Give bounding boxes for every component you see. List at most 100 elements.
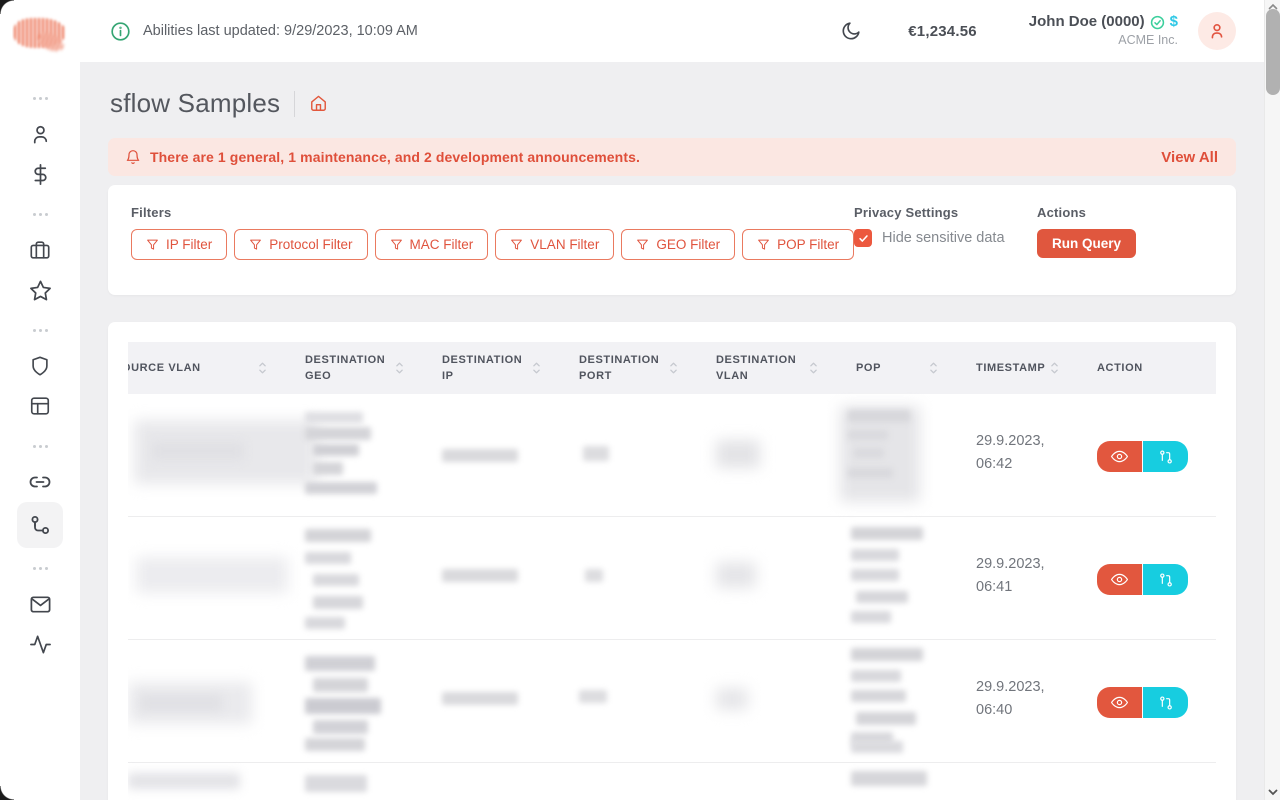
view-all-link[interactable]: View All — [1161, 149, 1218, 166]
activity-icon — [29, 633, 52, 656]
app-logo[interactable] — [12, 8, 74, 56]
sort-icon[interactable] — [532, 361, 541, 375]
column-timestamp[interactable]: TIMESTAMP — [976, 360, 1097, 377]
redacted-cell-destination-geo — [305, 640, 442, 762]
column-destination-ip[interactable]: DESTINATION IP — [442, 352, 579, 385]
actions-label: Actions — [1037, 205, 1136, 220]
vertical-scrollbar[interactable] — [1264, 0, 1280, 800]
avatar[interactable] — [1198, 12, 1236, 50]
company-name: ACME Inc. — [1029, 33, 1178, 49]
sidebar-item-dashboard[interactable] — [17, 386, 63, 426]
announcement-banner: There are 1 general, 1 maintenance, and … — [108, 138, 1236, 176]
sidebar-item-favorites[interactable] — [17, 270, 63, 310]
sort-icon[interactable] — [1050, 361, 1059, 375]
column-destination-port[interactable]: DESTINATION PORT — [579, 352, 716, 385]
user-info[interactable]: John Doe (0000) $ ACME Inc. — [1029, 13, 1178, 48]
redacted-cell-pop — [856, 394, 976, 516]
dollar-badge-icon: $ — [1170, 13, 1178, 32]
ellipsis-separator-icon — [33, 432, 48, 460]
user-name: John Doe (0000) — [1029, 13, 1145, 32]
pop-filter-button[interactable]: POP Filter — [742, 229, 854, 260]
redacted-cell-source-vlan — [128, 517, 305, 639]
action-cell — [1097, 517, 1216, 639]
mail-icon — [29, 593, 52, 616]
announcement-text: There are 1 general, 1 maintenance, and … — [150, 149, 640, 165]
timestamp-cell: 29.9.2023,06:41 — [976, 517, 1097, 639]
check-icon — [858, 233, 869, 244]
action-cell — [1097, 763, 1216, 800]
route-icon — [28, 513, 52, 537]
redacted-cell-destination-geo — [305, 517, 442, 639]
eye-icon — [1110, 570, 1129, 589]
table-row: 29.9.2023,06:41 — [128, 517, 1216, 640]
ip-filter-button[interactable]: IP Filter — [131, 229, 227, 260]
redacted-cell-destination-vlan — [716, 394, 856, 516]
redacted-cell-destination-port — [579, 763, 716, 800]
avatar-user-icon — [1207, 21, 1227, 41]
briefcase-icon — [29, 239, 51, 261]
redacted-cell-destination-vlan — [716, 640, 856, 762]
funnel-icon — [249, 238, 262, 251]
link-icon — [28, 470, 52, 494]
scrollbar-thumb[interactable] — [1266, 9, 1280, 95]
vlan-filter-button[interactable]: VLAN Filter — [495, 229, 614, 260]
sidebar-item-services[interactable] — [17, 230, 63, 270]
account-balance[interactable]: €1,234.56 — [908, 23, 977, 40]
table-row — [128, 763, 1216, 800]
run-query-button[interactable]: Run Query — [1037, 229, 1136, 258]
scroll-down-icon[interactable] — [1265, 786, 1280, 798]
redacted-cell-source-vlan — [128, 394, 305, 516]
funnel-icon — [757, 238, 770, 251]
moon-icon — [840, 20, 862, 42]
trace-button[interactable] — [1143, 687, 1188, 718]
view-button[interactable] — [1097, 687, 1142, 718]
home-button[interactable] — [309, 94, 328, 113]
timestamp-cell: 29.9.2023,06:42 — [976, 394, 1097, 516]
sort-icon[interactable] — [258, 361, 267, 375]
sidebar — [0, 0, 80, 800]
mac-filter-button[interactable]: MAC Filter — [375, 229, 489, 260]
sidebar-item-links[interactable] — [17, 462, 63, 502]
redacted-cell-destination-geo — [305, 394, 442, 516]
funnel-icon — [510, 238, 523, 251]
title-divider — [294, 91, 295, 117]
hide-sensitive-checkbox[interactable] — [854, 229, 872, 247]
timestamp-cell — [976, 763, 1097, 800]
column-destination-geo[interactable]: DESTINATION GEO — [305, 352, 442, 385]
samples-table-card: SOURCE VLAN DESTINATION GEO DESTINATION … — [108, 322, 1236, 800]
protocol-filter-button[interactable]: Protocol Filter — [234, 229, 367, 260]
view-button[interactable] — [1097, 441, 1142, 472]
trace-button[interactable] — [1143, 564, 1188, 595]
sidebar-item-security[interactable] — [17, 346, 63, 386]
dollar-icon — [29, 163, 52, 186]
filters-card: Filters IP Filter Protocol Filter MAC Fi… — [108, 185, 1236, 295]
sidebar-item-sflow-samples[interactable] — [17, 502, 63, 548]
sidebar-item-billing[interactable] — [17, 154, 63, 194]
sort-icon[interactable] — [929, 361, 938, 375]
sidebar-item-users[interactable] — [17, 114, 63, 154]
trace-button[interactable] — [1143, 441, 1188, 472]
privacy-settings-label: Privacy Settings — [854, 205, 1005, 220]
column-source-vlan[interactable]: SOURCE VLAN — [128, 360, 305, 377]
sidebar-item-activity[interactable] — [17, 624, 63, 664]
action-cell — [1097, 394, 1216, 516]
info-icon — [110, 21, 131, 42]
sort-icon[interactable] — [395, 361, 404, 375]
sort-icon[interactable] — [669, 361, 678, 375]
sidebar-item-messages[interactable] — [17, 584, 63, 624]
sort-icon[interactable] — [809, 361, 818, 375]
geo-filter-button[interactable]: GEO Filter — [621, 229, 735, 260]
redacted-cell-destination-ip — [442, 640, 579, 762]
redacted-cell-pop — [856, 763, 976, 800]
redacted-cell-destination-ip — [442, 394, 579, 516]
table-header-row: SOURCE VLAN DESTINATION GEO DESTINATION … — [128, 342, 1216, 394]
dark-mode-toggle[interactable] — [840, 20, 862, 42]
column-pop[interactable]: POP — [856, 360, 976, 377]
view-button[interactable] — [1097, 564, 1142, 595]
column-destination-vlan[interactable]: DESTINATION VLAN — [716, 352, 856, 385]
eye-icon — [1110, 447, 1129, 466]
redacted-cell-destination-port — [579, 517, 716, 639]
ellipsis-separator-icon — [33, 84, 48, 112]
route-icon — [1158, 449, 1174, 465]
route-icon — [1158, 572, 1174, 588]
